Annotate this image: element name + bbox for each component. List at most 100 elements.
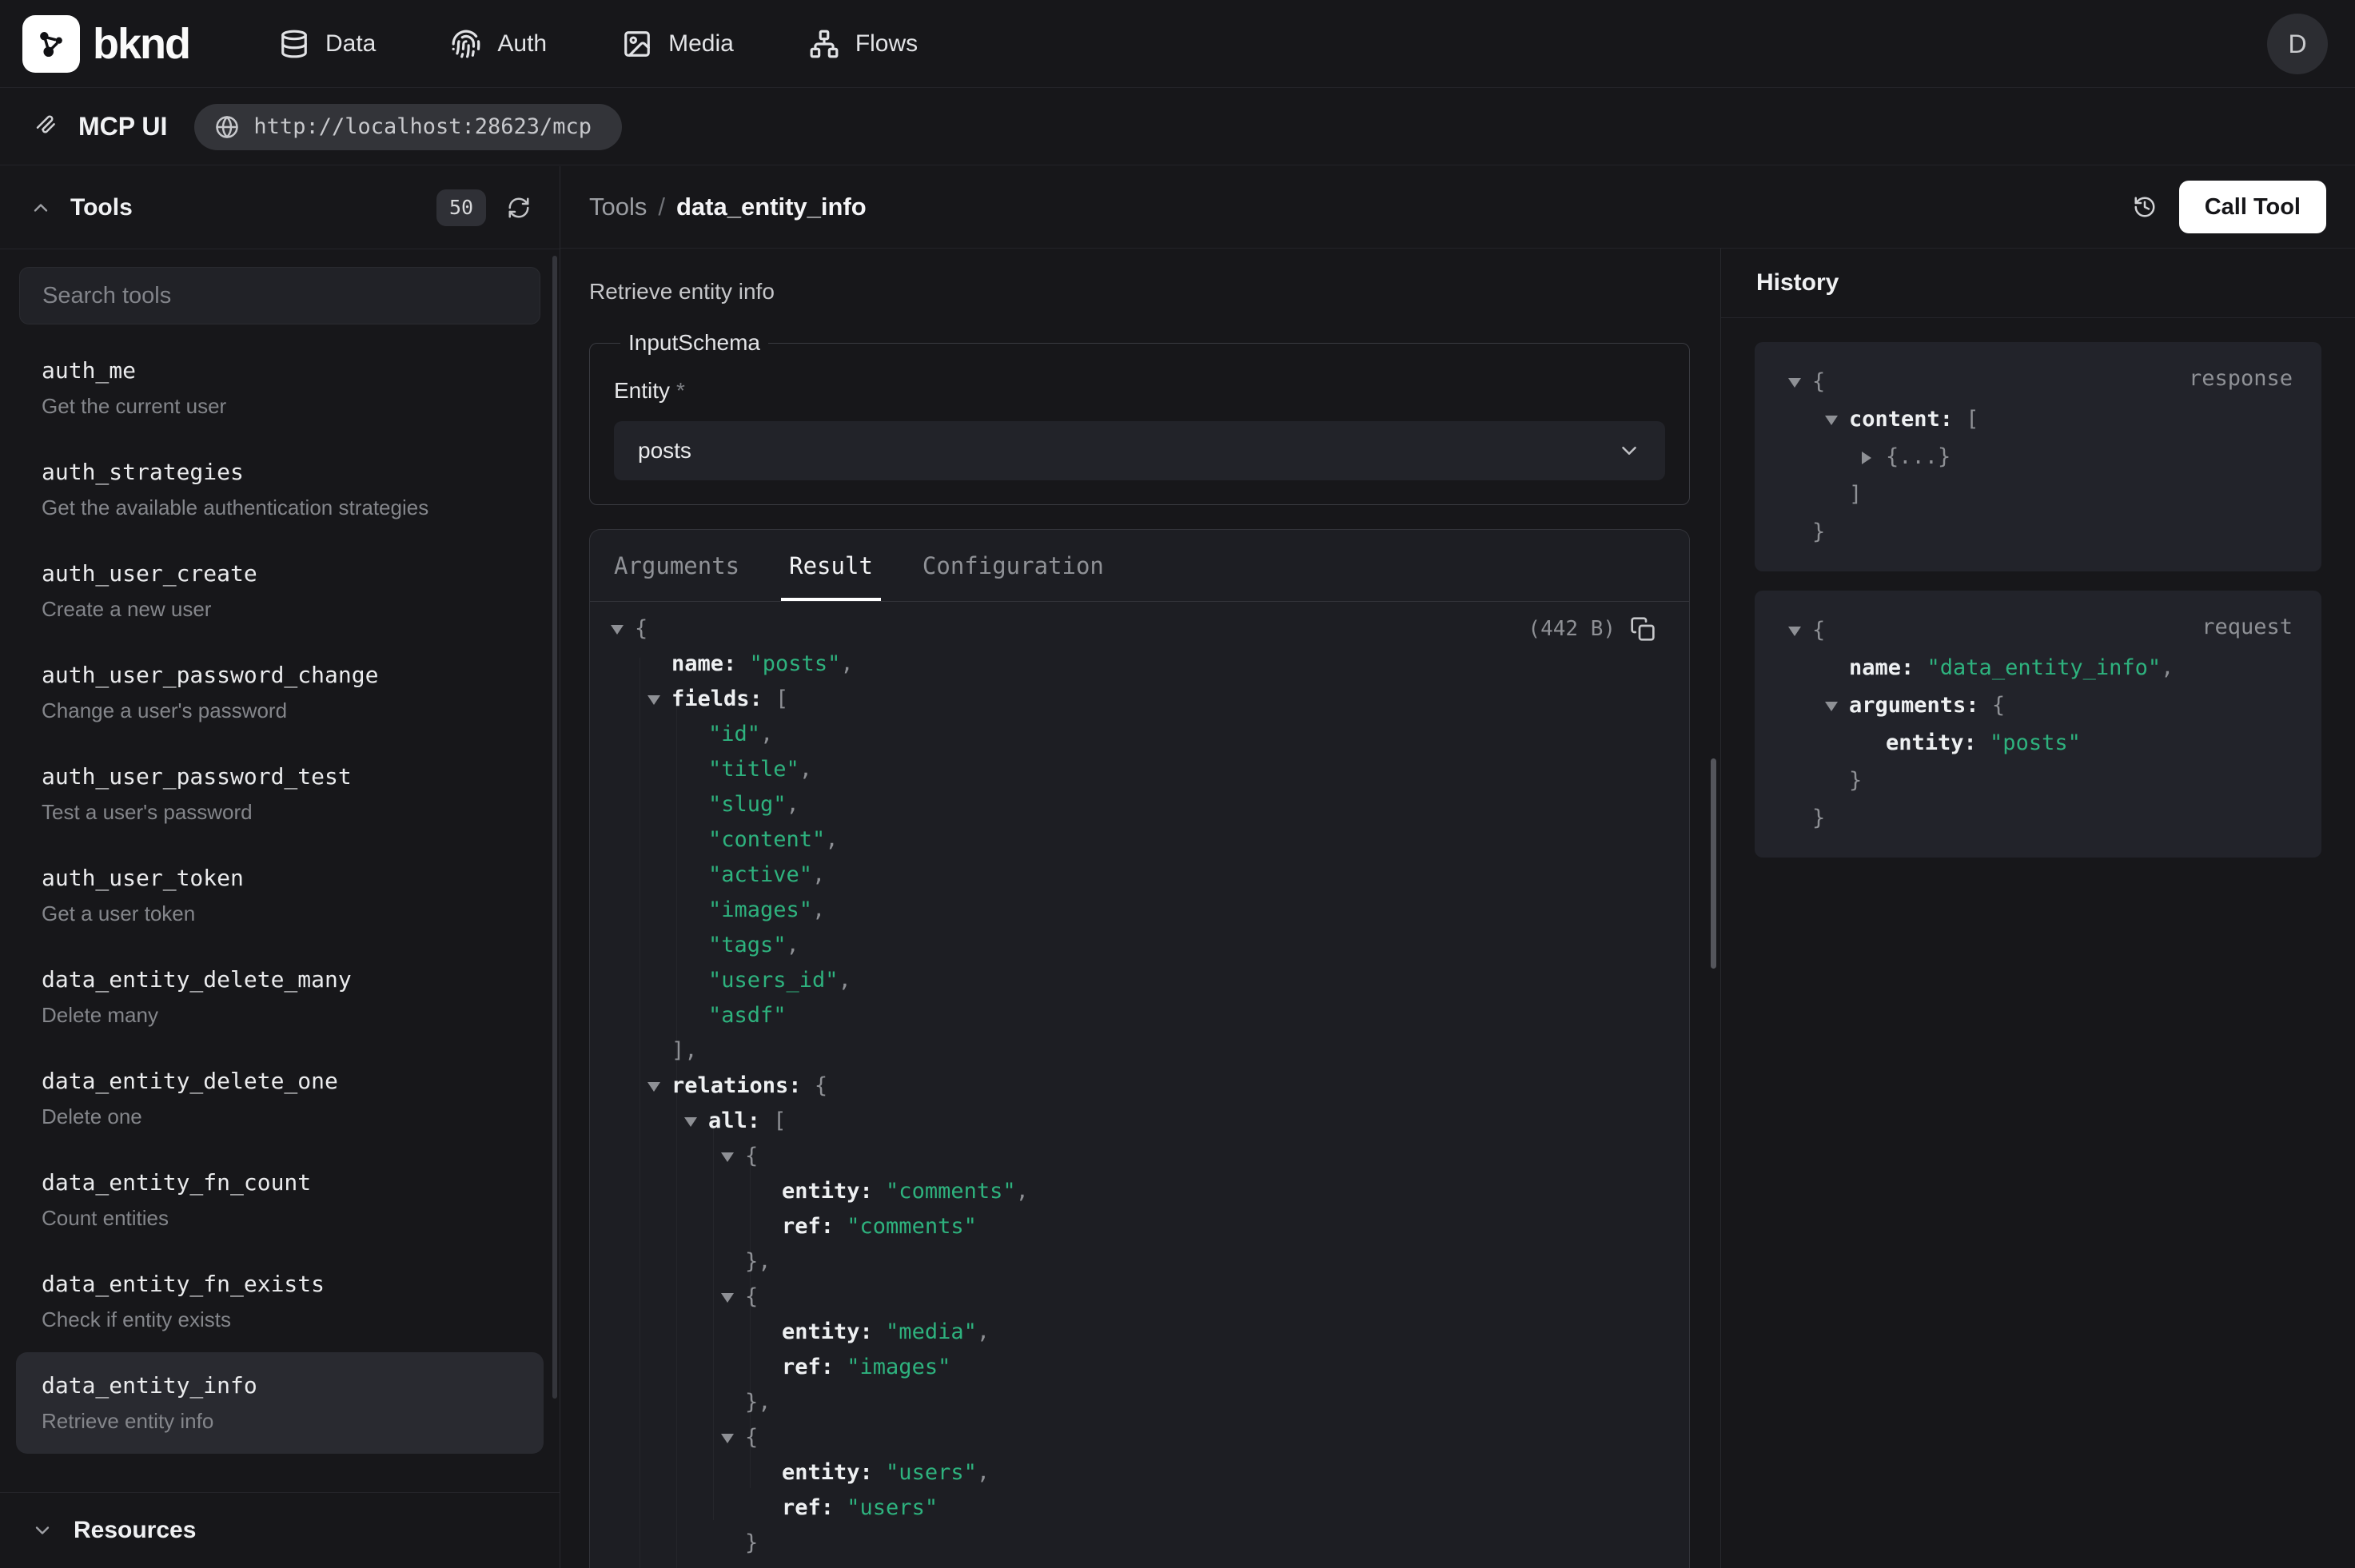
tool-list-item[interactable]: auth_strategies Get the available authen… (16, 439, 544, 540)
tools-section-header[interactable]: Tools 50 (0, 166, 560, 249)
main-scrollbar[interactable] (1711, 758, 1716, 969)
json-line: {(442 B) (590, 611, 1689, 647)
tool-list-item[interactable]: data_entity_fn_count Count entities (16, 1149, 544, 1251)
collapse-triangle-icon[interactable] (611, 611, 635, 647)
size-badge: (442 B) (1528, 611, 1616, 647)
chevron-up-icon[interactable] (29, 197, 53, 219)
chevron-down-icon[interactable] (30, 1519, 54, 1542)
json-line: "id", (590, 717, 1689, 752)
collapse-triangle-icon[interactable] (721, 1279, 745, 1315)
tools-count-badge: 50 (436, 189, 486, 226)
tab-row: Arguments Result Configuration (590, 530, 1689, 602)
nav-item-data[interactable]: Data (279, 29, 376, 59)
collapse-triangle-icon[interactable] (1788, 611, 1812, 649)
tool-list-item[interactable]: auth_user_create Create a new user (16, 540, 544, 642)
tool-list-item[interactable]: data_entity_delete_one Delete one (16, 1048, 544, 1149)
json-line: name: "data_entity_info", (1783, 649, 2293, 686)
tool-description: Delete one (42, 1104, 518, 1129)
history-panel: History response{content: [{...}]}reques… (1720, 249, 2355, 1568)
server-url-pill[interactable]: http://localhost:28623/mcp (194, 104, 622, 150)
copy-icon[interactable] (1630, 616, 1656, 642)
tool-name: data_entity_delete_one (42, 1068, 518, 1094)
json-line: entity: "comments", (590, 1174, 1689, 1209)
history-header: History (1721, 249, 2355, 318)
tool-description: Get a user token (42, 901, 518, 926)
json-line: entity: "media", (590, 1315, 1689, 1350)
collapse-triangle-icon[interactable] (684, 1104, 708, 1139)
json-line: ref: "users" (590, 1490, 1689, 1526)
tool-name: auth_user_create (42, 560, 518, 587)
breadcrumb-section[interactable]: Tools (589, 193, 647, 221)
call-tool-button[interactable]: Call Tool (2179, 181, 2326, 233)
result-size-meta: (442 B) (1528, 611, 1656, 647)
collapse-triangle-icon[interactable] (648, 682, 671, 717)
json-line: } (1783, 513, 2293, 551)
tool-name: auth_user_token (42, 865, 518, 891)
main-header: Tools / data_entity_info Call Tool (560, 166, 2355, 249)
bknd-logo-icon[interactable] (22, 15, 80, 73)
tool-name: auth_strategies (42, 459, 518, 485)
tool-detail-panel: Retrieve entity info InputSchema Entity*… (560, 249, 1720, 1568)
resources-section-title: Resources (74, 1517, 196, 1544)
tool-description: Get the current user (42, 394, 518, 419)
tool-list-item[interactable]: data_entity_delete_many Delete many (16, 946, 544, 1048)
tool-list-item[interactable]: auth_user_token Get a user token (16, 845, 544, 946)
search-tools-input[interactable] (19, 267, 540, 324)
brand-name: bknd (93, 19, 189, 69)
nav-item-label: Media (668, 30, 734, 58)
json-line: ] (1783, 476, 2293, 513)
tool-description: Retrieve entity info (42, 1409, 518, 1434)
tab-arguments[interactable]: Arguments (614, 530, 739, 601)
collapse-triangle-icon[interactable] (721, 1139, 745, 1174)
entity-select[interactable]: posts (614, 421, 1665, 480)
json-line: ], (590, 1033, 1689, 1069)
collapse-triangle-icon[interactable] (1788, 363, 1812, 400)
tool-name: data_entity_fn_exists (42, 1271, 518, 1297)
json-line: content: [ (1783, 400, 2293, 438)
tool-description: Retrieve entity info (589, 279, 1690, 304)
collapse-triangle-icon[interactable] (1825, 686, 1849, 724)
nav-item-auth[interactable]: Auth (451, 29, 547, 59)
tool-description: Create a new user (42, 597, 518, 622)
history-icon[interactable] (2133, 193, 2157, 221)
refresh-icon[interactable] (507, 194, 531, 221)
tab-result[interactable]: Result (789, 530, 873, 601)
tool-description: Get the available authentication strateg… (42, 495, 518, 520)
tool-list-item[interactable]: auth_user_password_change Change a user'… (16, 642, 544, 743)
json-line: arguments: { (1783, 686, 2293, 724)
nav-item-label: Flows (855, 30, 918, 58)
tool-list-item[interactable]: data_entity_info Retrieve entity info (16, 1352, 544, 1454)
collapse-triangle-icon[interactable] (721, 1420, 745, 1455)
result-panel: ArgumentsResultConfiguration {(442 B)nam… (589, 529, 1690, 1568)
nav-menu: Data Auth Media Flows (279, 29, 918, 59)
tool-description: Delete many (42, 1003, 518, 1028)
resources-section-header[interactable]: Resources (0, 1492, 560, 1568)
collapse-triangle-icon[interactable] (648, 1069, 671, 1104)
nav-item-label: Data (325, 30, 376, 58)
nav-item-flows[interactable]: Flows (809, 29, 918, 59)
tools-section-title: Tools (70, 194, 133, 221)
sidebar-scrollbar[interactable] (552, 256, 557, 1399)
tool-list-item[interactable]: auth_user_password_test Test a user's pa… (16, 743, 544, 845)
json-line: fields: [ (590, 682, 1689, 717)
json-line: "users_id", (590, 963, 1689, 998)
tool-description: Count entities (42, 1206, 518, 1231)
expand-triangle-icon[interactable] (1862, 438, 1886, 476)
json-line: entity: "users", (590, 1455, 1689, 1490)
history-title: History (1756, 269, 1839, 296)
json-line: entity: "posts" (1783, 724, 2293, 762)
json-line: all: [ (590, 1104, 1689, 1139)
user-avatar[interactable]: D (2267, 14, 2328, 74)
mcp-bar: MCP UI http://localhost:28623/mcp (0, 89, 2355, 165)
tab-configuration[interactable]: Configuration (922, 530, 1104, 601)
json-line: "active", (590, 858, 1689, 893)
tool-list-item[interactable]: auth_me Get the current user (16, 337, 544, 439)
breadcrumb-tool-name: data_entity_info (676, 193, 867, 221)
tools-sidebar: Tools 50 auth_me Get the current useraut… (0, 166, 560, 1568)
history-card-request[interactable]: request{name: "data_entity_info",argumen… (1755, 591, 2321, 858)
history-card-response[interactable]: response{content: [{...}]} (1755, 342, 2321, 571)
nav-item-media[interactable]: Media (622, 29, 734, 59)
collapse-triangle-icon[interactable] (1825, 400, 1849, 438)
tool-list-item[interactable]: data_entity_fn_exists Check if entity ex… (16, 1251, 544, 1352)
image-icon (622, 29, 652, 59)
